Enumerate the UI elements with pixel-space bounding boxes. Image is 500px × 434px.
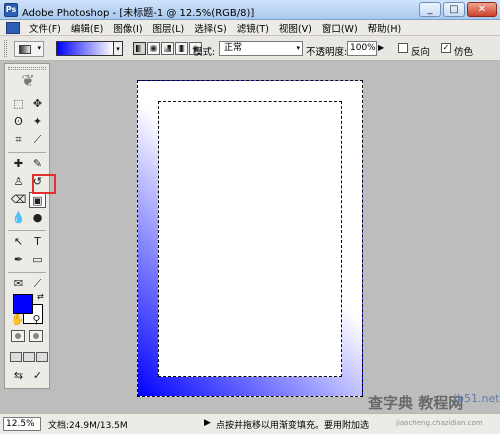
- chevron-down-icon: ▾: [296, 44, 300, 52]
- zoom-tool-icon[interactable]: ⚲: [28, 312, 45, 328]
- quick-mask-button[interactable]: [29, 330, 43, 342]
- toolbox-divider: [8, 152, 46, 153]
- eyedropper-tool-icon[interactable]: ⟋: [29, 276, 46, 292]
- reflected-gradient-icon: [178, 45, 185, 52]
- close-button[interactable]: ✕: [467, 2, 497, 17]
- dither-checkbox[interactable]: ✓: [441, 43, 451, 53]
- dodge-tool-icon[interactable]: ●: [29, 210, 46, 226]
- menu-filter[interactable]: 滤镜(T): [232, 21, 274, 35]
- quick-mask-icon: [33, 333, 39, 339]
- healing-brush-tool-icon[interactable]: ✚: [10, 156, 27, 172]
- standard-mode-button[interactable]: [11, 330, 25, 342]
- document-size-info: 文档:24.9M/13.5M: [48, 421, 128, 431]
- options-grip[interactable]: [4, 40, 7, 57]
- menu-edit[interactable]: 编辑(E): [66, 21, 108, 35]
- slice-tool-icon[interactable]: ⟋: [29, 132, 46, 148]
- menu-image[interactable]: 图像(I): [108, 21, 147, 35]
- opacity-label: 不透明度:: [306, 47, 348, 58]
- menu-file[interactable]: 文件(F): [24, 21, 66, 35]
- angle-gradient-button[interactable]: [161, 42, 174, 55]
- feather-logo-icon[interactable]: ❦: [15, 72, 41, 90]
- menu-help[interactable]: 帮助(H): [363, 21, 407, 35]
- radial-gradient-button[interactable]: [147, 42, 160, 55]
- full-screen-mode-button[interactable]: [36, 352, 48, 362]
- radial-gradient-icon: [150, 45, 157, 52]
- gradient-dropdown-button[interactable]: ▾: [114, 41, 123, 56]
- document-icon[interactable]: [6, 21, 20, 34]
- clone-stamp-tool-icon[interactable]: ♙: [10, 174, 27, 190]
- opacity-input[interactable]: 100%: [347, 41, 377, 56]
- mode-select[interactable]: 正常 ▾: [219, 41, 303, 56]
- watermark: 查字典 教程网 jb51.net jiaocheng.chazidian.com: [368, 392, 500, 434]
- ps-app-icon[interactable]: Ps: [4, 3, 18, 17]
- reflected-gradient-button[interactable]: [175, 42, 188, 55]
- standard-screen-mode-button[interactable]: [10, 352, 22, 362]
- reverse-label: 反向: [411, 47, 431, 58]
- status-arrow-icon[interactable]: ▶: [204, 418, 211, 428]
- selection-marquee: [158, 101, 342, 377]
- maximize-button[interactable]: □: [443, 2, 465, 17]
- watermark-site: jb51.net: [454, 392, 500, 405]
- linear-gradient-button[interactable]: [133, 42, 146, 55]
- menu-window[interactable]: 窗口(W): [317, 21, 363, 35]
- menu-select[interactable]: 选择(S): [189, 21, 231, 35]
- move-tool-icon[interactable]: ✥: [29, 96, 46, 112]
- status-hint: 点按并拖移以用渐变填充。要用附加选: [216, 421, 370, 431]
- magic-wand-tool-icon[interactable]: ✦: [29, 114, 46, 130]
- angle-gradient-icon: [164, 45, 171, 52]
- minimize-button[interactable]: _: [419, 2, 441, 17]
- swap-colors-icon[interactable]: ⇄: [37, 292, 44, 301]
- menu-view[interactable]: 视图(V): [274, 21, 317, 35]
- document-canvas[interactable]: [137, 80, 363, 397]
- zoom-level-input[interactable]: 12.5%: [3, 417, 41, 431]
- watermark-text: 查字典 教程网: [368, 394, 464, 412]
- reverse-checkbox[interactable]: [398, 43, 408, 53]
- shape-tool-icon[interactable]: ▭: [29, 252, 46, 268]
- mode-value: 正常: [224, 43, 243, 53]
- toolbox-divider: [8, 230, 46, 231]
- type-tool-icon[interactable]: T: [29, 234, 46, 250]
- full-screen-menu-mode-button[interactable]: [23, 352, 35, 362]
- hand-tool-icon[interactable]: ✋: [9, 312, 26, 328]
- crop-tool-icon[interactable]: ⌗: [10, 132, 27, 148]
- toolbox-panel: ❦ ⬚ ✥ ʘ ✦ ⌗ ⟋ ✚ ✎ ♙ ↺ ⌫ ▣ 💧 ● ↖ T ✒ ▭ ✉ …: [4, 63, 50, 389]
- marquee-tool-icon[interactable]: ⬚: [10, 96, 27, 112]
- watermark-url: jiaocheng.chazidian.com: [396, 419, 483, 427]
- dither-label: 仿色: [454, 47, 474, 58]
- tool-preset-picker[interactable]: ▾: [14, 41, 44, 57]
- options-bar: ▾ ▾ 模式: 正常 ▾ 不透明度: 100% ▶ 反向 ✓ 仿色: [0, 36, 500, 61]
- toolbox-divider: [8, 272, 46, 273]
- window-controls: _ □ ✕: [419, 2, 497, 17]
- notes-tool-icon[interactable]: ✉: [10, 276, 27, 292]
- toolbox-grip[interactable]: [8, 67, 46, 70]
- gradient-tool-icon[interactable]: ▣: [29, 192, 46, 208]
- blur-tool-icon[interactable]: 💧: [10, 210, 27, 226]
- gradient-editor-swatch[interactable]: [56, 41, 114, 56]
- opacity-slider-arrow-icon[interactable]: ▶: [378, 43, 384, 52]
- linear-gradient-icon: [136, 45, 143, 52]
- lasso-tool-icon[interactable]: ʘ: [10, 114, 27, 130]
- mode-label: 模式:: [193, 47, 216, 58]
- menu-layer[interactable]: 图层(L): [148, 21, 190, 35]
- standard-mode-icon: [15, 333, 21, 339]
- chevron-down-icon: ▾: [37, 44, 41, 52]
- foreground-color-swatch[interactable]: [13, 294, 33, 314]
- workspace: ❦ ⬚ ✥ ʘ ✦ ⌗ ⟋ ✚ ✎ ♙ ↺ ⌫ ▣ 💧 ● ↖ T ✒ ▭ ✉ …: [0, 61, 500, 413]
- jump-to-imageready-icon[interactable]: ⇆: [10, 368, 27, 384]
- eraser-tool-icon[interactable]: ⌫: [10, 192, 27, 208]
- window-title: Adobe Photoshop - [未标题-1 @ 12.5%(RGB/8)]: [22, 8, 255, 19]
- pen-tool-icon[interactable]: ✒: [10, 252, 27, 268]
- gradient-tool-icon: [19, 45, 31, 54]
- path-selection-tool-icon[interactable]: ↖: [10, 234, 27, 250]
- gradient-tool-highlight: [32, 174, 56, 194]
- edit-in-imageready-icon[interactable]: ✓: [29, 368, 46, 384]
- menu-bar: 文件(F) 编辑(E) 图像(I) 图层(L) 选择(S) 滤镜(T) 视图(V…: [0, 20, 500, 36]
- title-bar: Ps Adobe Photoshop - [未标题-1 @ 12.5%(RGB/…: [0, 0, 500, 20]
- brush-tool-icon[interactable]: ✎: [29, 156, 46, 172]
